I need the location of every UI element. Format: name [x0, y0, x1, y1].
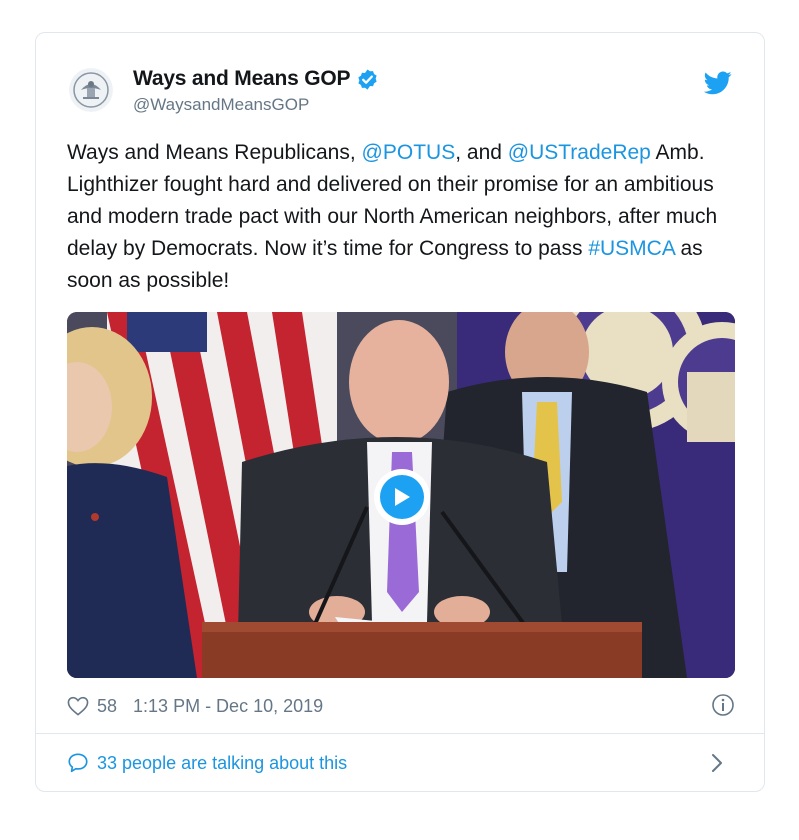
tweet-text: Ways and Means Republicans, @POTUS, and … [67, 137, 747, 297]
play-icon [380, 475, 424, 519]
tweet-text-segment: Ways and Means Republicans, [67, 141, 362, 164]
heart-icon [67, 696, 89, 716]
twitter-bird-icon[interactable] [704, 71, 732, 95]
video-media[interactable] [67, 312, 735, 678]
conversation-link[interactable]: 33 people are talking about this [67, 749, 735, 777]
divider [36, 733, 764, 734]
avatar[interactable] [69, 68, 113, 112]
speech-bubble-icon [68, 753, 88, 773]
house-seal-icon [69, 68, 113, 112]
account-names: Ways and Means GOP @WaysandMeansGOP [133, 67, 379, 115]
display-name[interactable]: Ways and Means GOP [133, 67, 351, 91]
embedded-tweet-card: Ways and Means GOP @WaysandMeansGOP Ways… [35, 32, 765, 792]
mention-ustraderep-link[interactable]: @USTradeRep [508, 141, 651, 164]
tweet-meta: 58 1:13 PM - Dec 10, 2019 [67, 693, 735, 719]
conversation-label[interactable]: 33 people are talking about this [97, 753, 347, 774]
tweet-timestamp[interactable]: 1:13 PM - Dec 10, 2019 [133, 696, 323, 717]
tweet-text-segment: , and [455, 141, 508, 164]
mention-potus-link[interactable]: @POTUS [362, 141, 456, 164]
play-button[interactable] [374, 469, 430, 525]
verified-badge-icon [358, 68, 377, 90]
like-button[interactable]: 58 [67, 696, 117, 717]
like-count: 58 [97, 695, 118, 716]
hashtag-usmca-link[interactable]: #USMCA [588, 237, 674, 260]
chevron-right-icon[interactable] [711, 753, 723, 773]
account-handle[interactable]: @WaysandMeansGOP [133, 95, 379, 115]
info-icon[interactable] [711, 693, 735, 717]
